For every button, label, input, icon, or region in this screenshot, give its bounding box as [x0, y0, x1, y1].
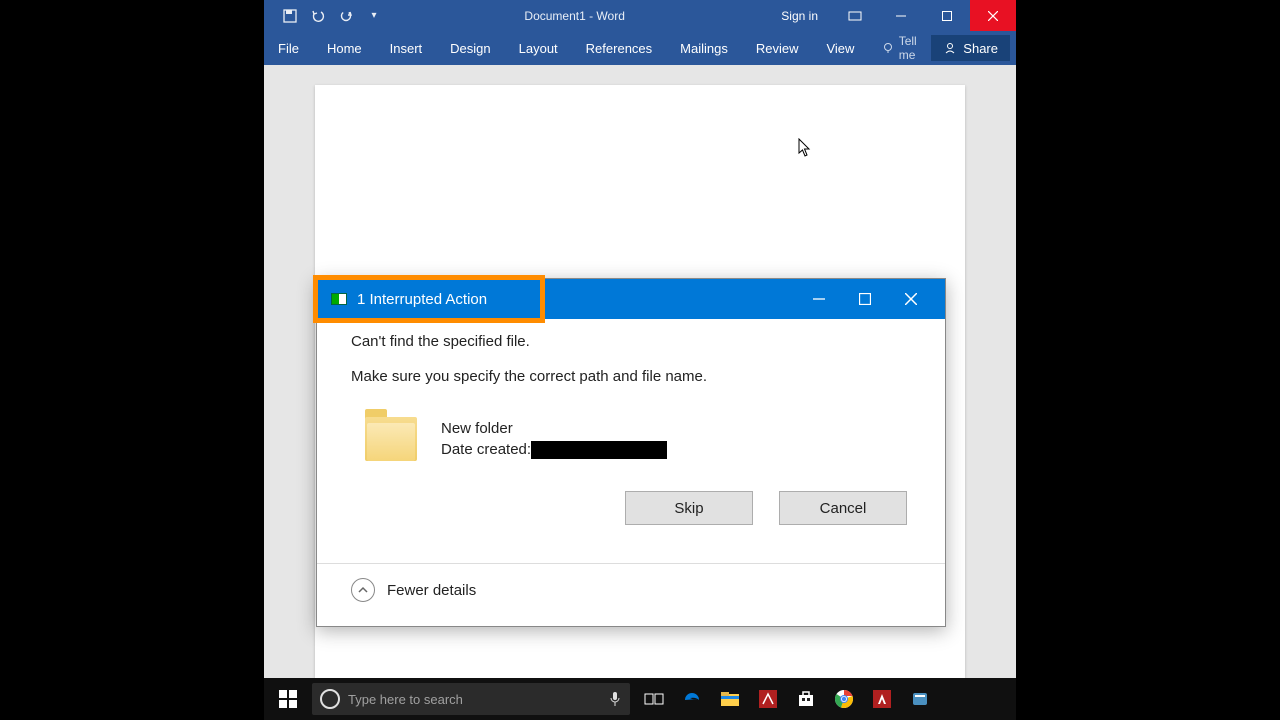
tell-me-search[interactable]: Tell me	[868, 34, 931, 62]
interrupted-action-dialog: 1 Interrupted Action Can't find the spec…	[316, 278, 946, 627]
mic-icon[interactable]	[610, 691, 630, 707]
date-created-label: Date created:	[441, 441, 531, 458]
item-row: New folder Date created:	[365, 409, 911, 469]
store-icon[interactable]	[792, 685, 820, 713]
adobe-icon[interactable]	[868, 685, 896, 713]
tab-view[interactable]: View	[812, 31, 868, 65]
minimize-button[interactable]	[878, 0, 924, 31]
ribbon-tabs: File Home Insert Design Layout Reference…	[264, 31, 1016, 65]
dialog-close-button[interactable]	[905, 293, 917, 305]
cancel-button[interactable]: Cancel	[779, 491, 907, 525]
tab-references[interactable]: References	[572, 31, 666, 65]
signin-link[interactable]: Sign in	[767, 9, 832, 23]
redo-icon[interactable]	[338, 8, 354, 24]
search-placeholder: Type here to search	[348, 692, 463, 707]
dialog-maximize-button[interactable]	[859, 293, 871, 305]
window-title: Document1 - Word	[382, 9, 767, 23]
lightbulb-icon	[882, 42, 892, 54]
dialog-minimize-button[interactable]	[813, 293, 825, 305]
chevron-up-icon	[351, 578, 375, 602]
skip-button[interactable]: Skip	[625, 491, 753, 525]
taskbar: Type here to search	[264, 678, 1016, 720]
tab-design[interactable]: Design	[436, 31, 504, 65]
dialog-icon	[331, 293, 347, 305]
chrome-icon[interactable]	[830, 685, 858, 713]
dialog-titlebar[interactable]: 1 Interrupted Action	[317, 279, 945, 319]
undo-icon[interactable]	[310, 8, 326, 24]
ribbon-display-icon[interactable]	[840, 11, 870, 21]
cortana-icon	[320, 689, 340, 709]
date-redacted	[531, 441, 667, 459]
dialog-title: 1 Interrupted Action	[357, 291, 487, 308]
item-name: New folder	[441, 418, 667, 439]
app-icon-generic[interactable]	[906, 685, 934, 713]
tab-file[interactable]: File	[264, 31, 313, 65]
app-icon-red[interactable]	[754, 685, 782, 713]
save-icon[interactable]	[282, 8, 298, 24]
windows-logo-icon	[279, 690, 297, 708]
tab-layout[interactable]: Layout	[505, 31, 572, 65]
qat-dropdown-icon[interactable]: ▾	[366, 8, 382, 24]
share-icon	[943, 41, 957, 55]
close-button[interactable]	[970, 0, 1016, 31]
file-explorer-icon[interactable]	[716, 685, 744, 713]
error-hint: Make sure you specify the correct path a…	[351, 368, 911, 385]
word-titlebar: ▾ Document1 - Word Sign in	[264, 0, 1016, 31]
folder-icon	[365, 409, 417, 469]
mouse-cursor	[798, 138, 812, 158]
tab-mailings[interactable]: Mailings	[666, 31, 742, 65]
tab-insert[interactable]: Insert	[376, 31, 437, 65]
edge-icon[interactable]	[678, 685, 706, 713]
taskbar-search[interactable]: Type here to search	[312, 683, 630, 715]
maximize-button[interactable]	[924, 0, 970, 31]
error-message: Can't find the specified file.	[351, 333, 911, 350]
fewer-details-toggle[interactable]: Fewer details	[317, 564, 945, 626]
share-button[interactable]: Share	[931, 35, 1010, 61]
tab-home[interactable]: Home	[313, 31, 376, 65]
start-button[interactable]	[264, 678, 312, 720]
tab-review[interactable]: Review	[742, 31, 813, 65]
task-view-icon[interactable]	[640, 685, 668, 713]
